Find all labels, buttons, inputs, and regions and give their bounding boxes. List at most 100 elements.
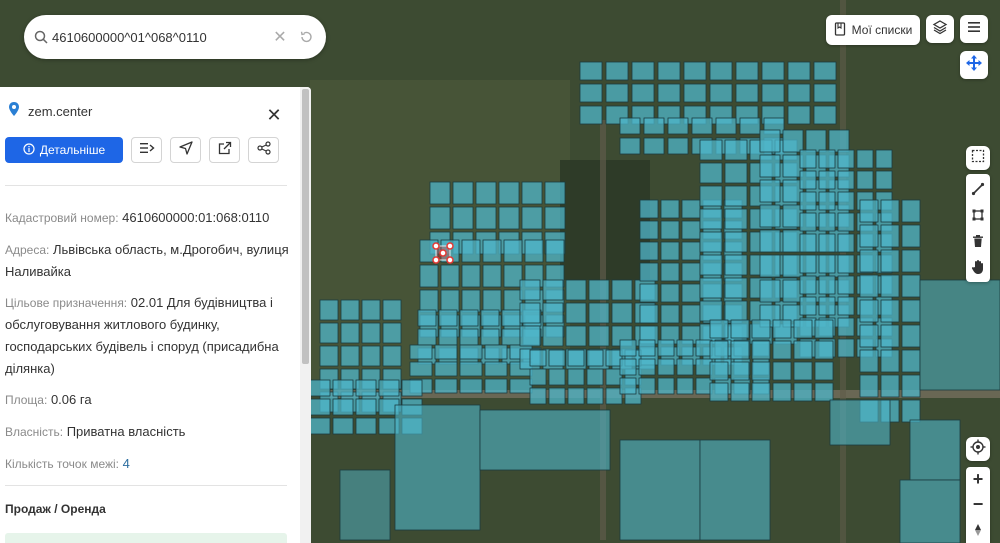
parcel[interactable]	[484, 361, 508, 377]
parcel[interactable]	[709, 340, 729, 360]
parcel[interactable]	[544, 206, 566, 230]
parcel[interactable]	[880, 374, 900, 398]
parcel[interactable]	[681, 283, 701, 303]
parcel[interactable]	[759, 229, 781, 253]
parcel[interactable]	[751, 382, 771, 402]
parcel[interactable]	[643, 137, 665, 155]
parcel[interactable]	[787, 105, 811, 125]
parcel[interactable]	[482, 264, 502, 288]
parcel[interactable]	[901, 374, 921, 398]
parcel[interactable]	[699, 231, 723, 253]
parcel[interactable]	[611, 302, 633, 324]
parcel[interactable]	[759, 254, 781, 278]
parcel[interactable]	[901, 249, 921, 273]
parcel[interactable]	[709, 319, 729, 339]
parcel[interactable]	[452, 181, 474, 205]
parcel[interactable]	[681, 262, 701, 282]
parcel[interactable]	[818, 254, 836, 274]
parcel[interactable]	[475, 181, 497, 205]
parcel[interactable]	[683, 83, 707, 103]
parcel[interactable]	[361, 299, 381, 321]
parcel[interactable]	[332, 417, 354, 435]
parcel[interactable]	[681, 220, 701, 240]
parcel[interactable]	[542, 279, 564, 301]
parcel[interactable]	[579, 83, 603, 103]
parcel[interactable]	[503, 239, 523, 263]
parcel[interactable]	[818, 149, 836, 169]
parcel[interactable]	[859, 249, 879, 273]
parcel[interactable]	[901, 399, 921, 423]
parcel[interactable]	[605, 61, 629, 81]
parcel[interactable]	[818, 296, 836, 316]
parcel[interactable]	[619, 137, 641, 155]
parcel[interactable]	[837, 212, 855, 232]
parcel[interactable]	[856, 170, 874, 190]
parcel[interactable]	[440, 289, 460, 313]
parcel[interactable]	[519, 279, 541, 301]
parcel[interactable]	[434, 361, 458, 377]
parcel[interactable]	[588, 325, 610, 347]
parcel[interactable]	[480, 309, 500, 327]
parcel[interactable]	[657, 377, 675, 395]
open-external-button[interactable]	[209, 137, 240, 163]
boundary-point-marker[interactable]	[439, 249, 447, 257]
parcel[interactable]	[695, 339, 713, 357]
parcel[interactable]	[639, 304, 659, 324]
parcel[interactable]	[619, 439, 701, 541]
parcel[interactable]	[724, 277, 748, 299]
parcel[interactable]	[901, 349, 921, 373]
parcel[interactable]	[793, 382, 813, 402]
parcel[interactable]	[660, 283, 680, 303]
route-button[interactable]	[131, 137, 162, 163]
parcel[interactable]	[660, 220, 680, 240]
parcel[interactable]	[837, 233, 855, 253]
navigate-button[interactable]	[170, 137, 201, 163]
parcel[interactable]	[814, 361, 834, 381]
parcel[interactable]	[724, 254, 748, 276]
parcel[interactable]	[793, 340, 813, 360]
parcel[interactable]	[542, 302, 564, 324]
parcel[interactable]	[699, 208, 723, 230]
parcel[interactable]	[459, 378, 483, 394]
parcel[interactable]	[724, 162, 748, 184]
parcel[interactable]	[837, 317, 855, 337]
parcel[interactable]	[498, 206, 520, 230]
parcel[interactable]	[699, 162, 723, 184]
parcel[interactable]	[730, 340, 750, 360]
parcel[interactable]	[521, 181, 543, 205]
parcel[interactable]	[548, 349, 566, 367]
parcel[interactable]	[814, 319, 834, 339]
parcel[interactable]	[521, 206, 543, 230]
parcel[interactable]	[683, 61, 707, 81]
parcel[interactable]	[772, 319, 792, 339]
parcel[interactable]	[452, 206, 474, 230]
parcel[interactable]	[859, 224, 879, 248]
parcel[interactable]	[588, 279, 610, 301]
parcel[interactable]	[691, 117, 713, 135]
select-area-button[interactable]	[966, 146, 990, 170]
parcel[interactable]	[309, 379, 331, 397]
search-input[interactable]	[52, 29, 264, 45]
parcel[interactable]	[619, 339, 637, 357]
parcel[interactable]	[715, 117, 737, 135]
parcel[interactable]	[565, 302, 587, 324]
parcel[interactable]	[480, 328, 500, 346]
parcel[interactable]	[501, 328, 521, 346]
parcel[interactable]	[724, 139, 748, 161]
parcel[interactable]	[605, 349, 623, 367]
parcel[interactable]	[699, 139, 723, 161]
parcel[interactable]	[619, 358, 637, 376]
parcel[interactable]	[837, 170, 855, 190]
parcel[interactable]	[605, 387, 623, 405]
panel-scrollbar-thumb[interactable]	[302, 89, 309, 364]
parcel[interactable]	[586, 349, 604, 367]
parcel[interactable]	[759, 154, 781, 178]
parcel[interactable]	[799, 149, 817, 169]
parcel[interactable]	[340, 322, 360, 344]
parcel[interactable]	[667, 117, 689, 135]
parcel[interactable]	[724, 208, 748, 230]
parcel[interactable]	[544, 181, 566, 205]
parcel[interactable]	[639, 241, 659, 261]
parcel[interactable]	[859, 299, 879, 323]
parcel[interactable]	[667, 137, 689, 155]
